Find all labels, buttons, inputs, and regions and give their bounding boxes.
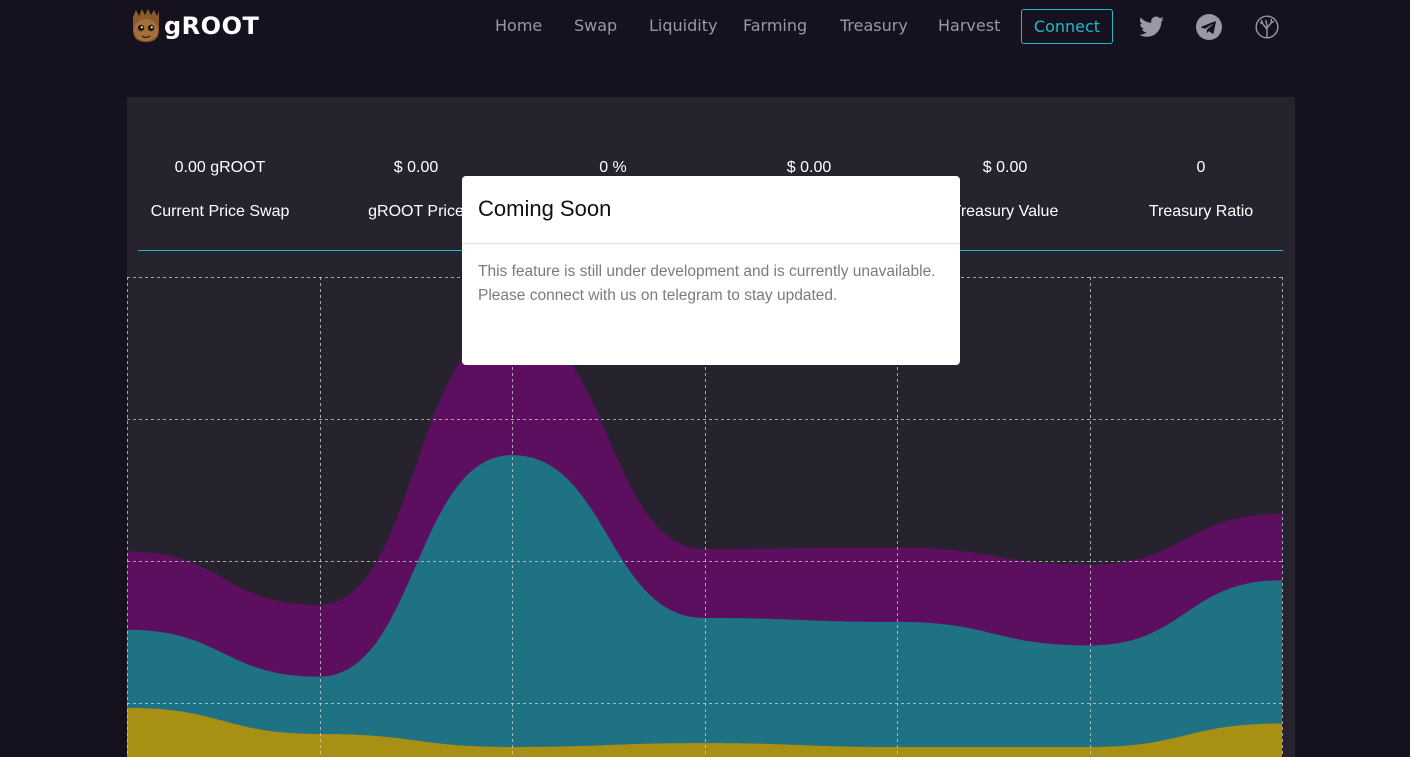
stat-value: $ 0.00 [982, 159, 1028, 176]
stat-label: Treasury Ratio [1148, 203, 1254, 220]
stat-value: 0 % [599, 159, 627, 176]
tree-icon[interactable] [1254, 14, 1280, 40]
top-nav: gROOT Home Swap Liquidity Farming Treasu… [0, 0, 1410, 60]
nav-home[interactable]: Home [495, 16, 542, 35]
nav-liquidity[interactable]: Liquidity [649, 16, 717, 35]
nav-farming[interactable]: Farming [743, 16, 807, 35]
stat-label: Current Price Swap [150, 203, 290, 220]
connect-button[interactable]: Connect [1021, 9, 1113, 44]
nav-swap[interactable]: Swap [574, 16, 617, 35]
modal-divider [462, 243, 960, 244]
stat-value: 0.00 gROOT [174, 159, 266, 176]
coming-soon-modal: Coming Soon This feature is still under … [462, 176, 960, 365]
stat-value: 0 [1196, 159, 1206, 176]
modal-title: Coming Soon [478, 196, 612, 221]
stat-value: $ 0.00 [393, 159, 439, 176]
twitter-icon[interactable] [1139, 14, 1165, 40]
brand-logo[interactable]: gROOT [130, 8, 259, 44]
stat-value: $ 0.00 [786, 159, 832, 176]
groot-face-icon [133, 9, 159, 42]
brand-name: gROOT [164, 12, 260, 40]
nav-harvest[interactable]: Harvest [938, 16, 1000, 35]
modal-body: This feature is still under development … [478, 263, 936, 304]
nav-treasury[interactable]: Treasury [840, 16, 908, 35]
telegram-icon[interactable] [1196, 14, 1222, 40]
